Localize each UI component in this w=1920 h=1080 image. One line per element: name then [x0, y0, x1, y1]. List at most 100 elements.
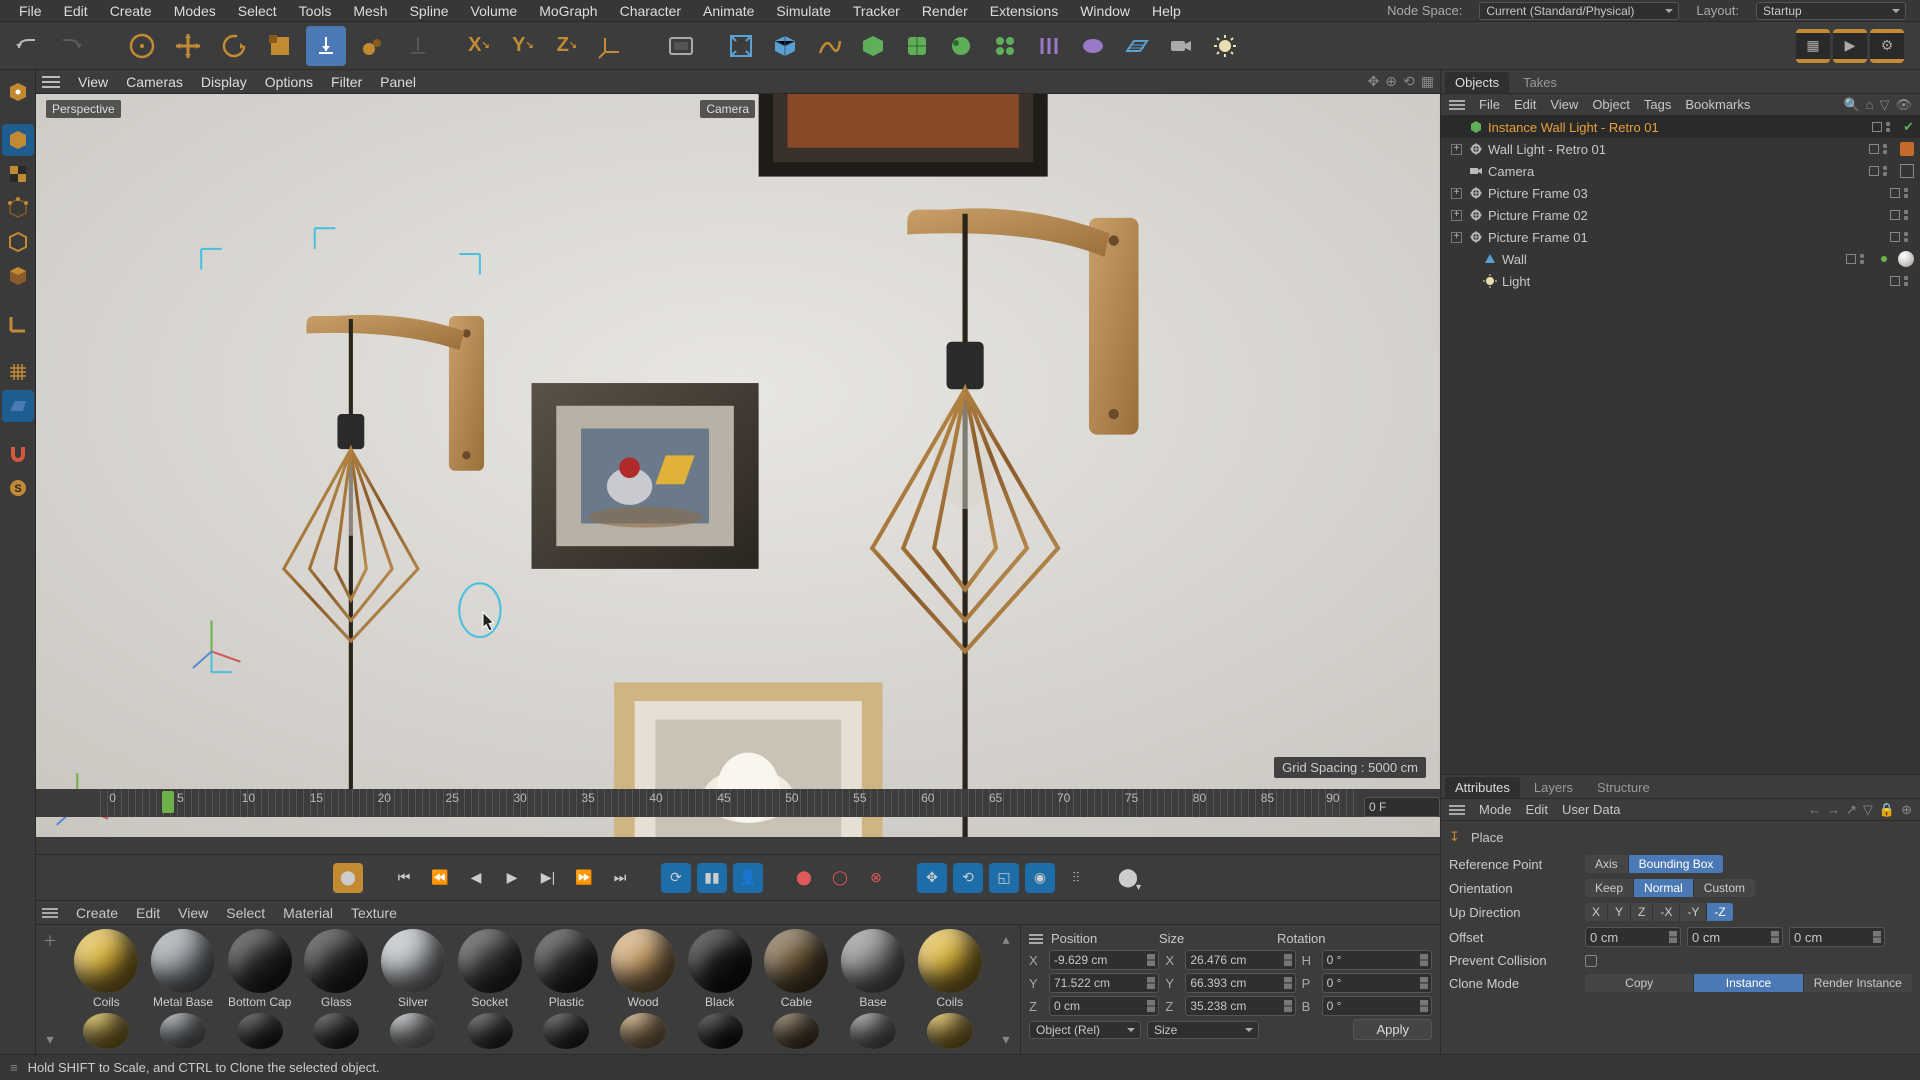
viewport-burger-icon[interactable] — [42, 76, 60, 88]
mode-edge-icon[interactable] — [2, 226, 34, 258]
object-tree-row[interactable]: Camera — [1441, 160, 1920, 182]
record-key-icon[interactable]: ⬤ — [333, 863, 363, 893]
vp-layout-icon[interactable]: ▦ — [1421, 73, 1434, 90]
frame-icon[interactable] — [722, 27, 760, 65]
visibility-editor-toggle[interactable] — [1890, 276, 1900, 286]
menu-simulate[interactable]: Simulate — [765, 3, 841, 19]
menu-character[interactable]: Character — [609, 3, 692, 19]
obj-menu-tags[interactable]: Tags — [1644, 97, 1671, 112]
light-icon[interactable] — [1206, 27, 1244, 65]
obj-filter-icon[interactable]: ▽ — [1879, 97, 1889, 113]
material-item[interactable]: Black — [683, 929, 756, 1009]
attr-menu-mode[interactable]: Mode — [1479, 802, 1512, 817]
tab-attributes[interactable]: Attributes — [1445, 777, 1520, 798]
expand-icon[interactable]: + — [1451, 144, 1462, 155]
coord-size-dropdown[interactable]: Size — [1147, 1021, 1259, 1039]
material-item[interactable] — [913, 1013, 986, 1049]
material-item[interactable]: Coils — [913, 929, 986, 1009]
prev-key-icon[interactable]: ⏪ — [425, 863, 455, 893]
keymode-pla-icon[interactable]: ⫶⫶ — [1061, 863, 1091, 893]
visibility-editor-toggle[interactable] — [1869, 166, 1879, 176]
workplane-icon[interactable] — [2, 390, 34, 422]
obj-menu-edit[interactable]: Edit — [1514, 97, 1536, 112]
generator-icon[interactable] — [854, 27, 892, 65]
menu-spline[interactable]: Spline — [399, 3, 460, 19]
visibility-editor-toggle[interactable] — [1869, 144, 1879, 154]
mat-menu-texture[interactable]: Texture — [351, 905, 397, 921]
vp-menu-display[interactable]: Display — [201, 74, 247, 90]
visibility-render-toggle[interactable] — [1904, 229, 1914, 245]
menu-tools[interactable]: Tools — [288, 3, 343, 19]
menu-file[interactable]: File — [8, 3, 53, 19]
coord-size-field[interactable]: 66.393 cm — [1185, 973, 1295, 993]
undo-icon[interactable] — [8, 27, 46, 65]
object-tree-row[interactable]: Wall — [1441, 248, 1920, 270]
redo-icon[interactable] — [52, 27, 90, 65]
attr-prevent-checkbox[interactable] — [1585, 955, 1597, 967]
menu-volume[interactable]: Volume — [460, 3, 529, 19]
enable-check-icon[interactable]: ✔ — [1903, 119, 1914, 135]
visibility-render-toggle[interactable] — [1883, 163, 1893, 179]
volume-icon[interactable] — [1074, 27, 1112, 65]
attr-clone-seg[interactable]: CopyInstanceRender Instance — [1585, 974, 1912, 992]
obj-menu-bookmarks[interactable]: Bookmarks — [1685, 97, 1750, 112]
axis-mode-icon[interactable] — [2, 308, 34, 340]
axis-z-icon[interactable]: Z↘ — [548, 27, 586, 65]
coord-rot-field[interactable]: 0 ° — [1322, 950, 1432, 970]
mode-point-icon[interactable] — [2, 192, 34, 224]
menu-extensions[interactable]: Extensions — [979, 3, 1069, 19]
attr-menu-userdata[interactable]: User Data — [1562, 802, 1621, 817]
material-scroll-down-icon[interactable]: ▾ — [46, 1031, 53, 1048]
coord-pos-field[interactable]: -9.629 cm — [1049, 950, 1159, 970]
attr-up-icon[interactable]: ↗ — [1846, 802, 1857, 818]
object-tree-row[interactable]: +Wall Light - Retro 01 — [1441, 138, 1920, 160]
material-item[interactable]: Silver — [377, 929, 450, 1009]
mode-model-icon[interactable] — [2, 76, 34, 108]
tab-takes[interactable]: Takes — [1513, 72, 1567, 93]
material-item[interactable]: Wood — [607, 929, 680, 1009]
coord-rot-field[interactable]: 0 ° — [1322, 973, 1432, 993]
menu-mograph[interactable]: MoGraph — [528, 3, 608, 19]
field-icon[interactable] — [1030, 27, 1068, 65]
playhead[interactable] — [162, 791, 174, 813]
select-tool-icon[interactable] — [122, 26, 162, 66]
goto-start-icon[interactable]: ⏮ — [389, 863, 419, 893]
obj-search-icon[interactable]: 🔍 — [1843, 97, 1859, 113]
deformer-icon[interactable] — [942, 27, 980, 65]
dynamic-place-tool-icon[interactable] — [352, 26, 392, 66]
goto-end-icon[interactable]: ⏭ — [605, 863, 635, 893]
object-tree-row[interactable]: +Picture Frame 02 — [1441, 204, 1920, 226]
material-item[interactable] — [377, 1013, 450, 1049]
mat-menu-select[interactable]: Select — [226, 905, 265, 921]
visibility-render-toggle[interactable] — [1904, 207, 1914, 223]
nodespace-dropdown[interactable]: Current (Standard/Physical) — [1479, 2, 1679, 20]
visibility-editor-toggle[interactable] — [1872, 122, 1882, 132]
material-item[interactable]: Cable — [760, 929, 833, 1009]
attr-offset-y[interactable]: 0 cm — [1687, 927, 1783, 947]
timeline-end-field[interactable]: 0 F — [1364, 797, 1440, 817]
tab-structure[interactable]: Structure — [1587, 777, 1660, 798]
expand-icon[interactable]: + — [1451, 210, 1462, 221]
material-item[interactable] — [147, 1013, 220, 1049]
material-scroll-up-icon[interactable]: ▴ — [1002, 931, 1009, 948]
obj-menu-view[interactable]: View — [1550, 97, 1578, 112]
render-region-icon[interactable]: ▦ — [1796, 29, 1830, 63]
material-burger-icon[interactable] — [42, 908, 58, 918]
subdivision-icon[interactable] — [898, 27, 936, 65]
viewport[interactable]: Perspective Camera Grid Spacing : 5000 c… — [36, 94, 1440, 788]
status-burger-icon[interactable]: ≡ — [10, 1060, 18, 1075]
next-frame-icon[interactable]: ▶| — [533, 863, 563, 893]
material-item[interactable] — [453, 1013, 526, 1049]
object-tree-row[interactable]: +Picture Frame 03 — [1441, 182, 1920, 204]
visibility-editor-toggle[interactable] — [1890, 188, 1900, 198]
render-view-icon[interactable] — [662, 27, 700, 65]
visibility-render-toggle[interactable] — [1860, 251, 1870, 267]
scale-tool-icon[interactable] — [260, 26, 300, 66]
tag-orange[interactable] — [1900, 142, 1914, 156]
timeline-ruler[interactable]: 0 5 10 15 20 25 30 35 40 45 50 55 60 65 … — [100, 789, 1358, 817]
material-scroll-down2-icon[interactable]: ▾ — [1002, 1031, 1009, 1048]
object-tree-row[interactable]: Light — [1441, 270, 1920, 292]
material-item[interactable] — [683, 1013, 756, 1049]
vp-zoom-icon[interactable]: ⊕ — [1385, 73, 1397, 90]
vp-menu-options[interactable]: Options — [265, 74, 313, 90]
